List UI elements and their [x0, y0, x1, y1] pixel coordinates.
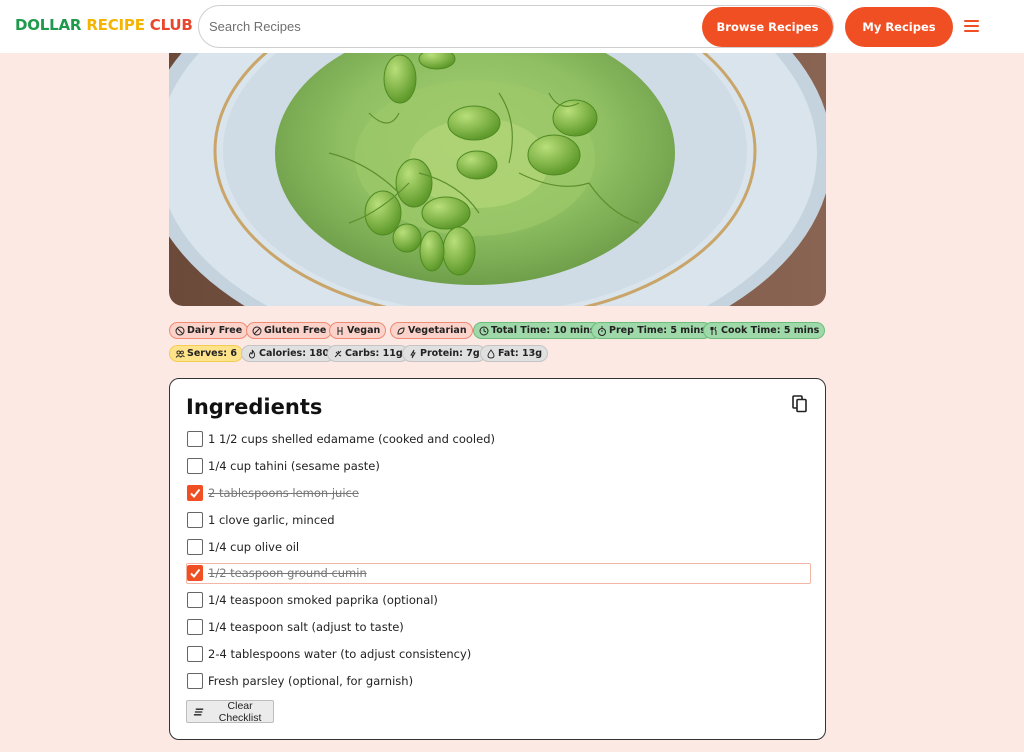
ingredient-text: 1/2 teaspoon ground cumin — [208, 566, 367, 580]
tag-vegan: Vegan — [329, 322, 387, 339]
tag-label: Cook Time: 5 mins — [721, 325, 820, 336]
ingredient-item[interactable]: 1/4 teaspoon salt (adjust to taste) — [186, 617, 811, 638]
hamburger-icon[interactable] — [964, 20, 979, 32]
clear-lines-icon — [193, 708, 204, 715]
tag-dairy-free: Dairy Free — [169, 322, 249, 339]
checkmark-icon — [190, 568, 201, 579]
tag-cook-time: Cook Time: 5 mins — [703, 322, 826, 339]
ingredient-checkbox[interactable] — [187, 458, 203, 474]
ingredient-item[interactable]: Fresh parsley (optional, for garnish) — [186, 671, 811, 692]
ingredient-item[interactable]: 1/4 cup tahini (sesame paste) — [186, 456, 811, 477]
tag-total-time: Total Time: 10 mins — [473, 322, 602, 339]
ingredient-checkbox-checked[interactable] — [187, 565, 203, 581]
logo-word-club: CLUB — [149, 16, 193, 34]
ingredient-item[interactable]: 2-4 tablespoons water (to adjust consist… — [186, 644, 811, 665]
ingredient-item[interactable]: 1/4 cup olive oil — [186, 537, 811, 558]
tag-serves: Serves: 6 — [169, 345, 243, 362]
ingredient-checkbox[interactable] — [187, 619, 203, 635]
ingredient-text: 1/4 teaspoon smoked paprika (optional) — [208, 593, 438, 607]
tag-calories: Calories: 180 — [241, 345, 336, 362]
ingredient-checkbox-checked[interactable] — [187, 485, 203, 501]
recipe-hero-image — [169, 53, 826, 306]
tag-label: Total Time: 10 mins — [491, 325, 596, 336]
tag-label: Protein: 7g — [420, 348, 480, 359]
tag-label: Vegan — [347, 325, 381, 336]
top-navbar: DOLLAR RECIPE CLUB Browse Recipes My Rec… — [0, 0, 1024, 53]
ingredient-text: 2-4 tablespoons water (to adjust consist… — [208, 647, 472, 661]
tag-label: Dairy Free — [187, 325, 243, 336]
browse-recipes-button[interactable]: Browse Recipes — [702, 7, 833, 47]
ingredients-card: Ingredients 1 1/2 cups shelled edamame (… — [169, 378, 826, 740]
ingredient-checkbox[interactable] — [187, 512, 203, 528]
ingredient-text: 1 1/2 cups shelled edamame (cooked and c… — [208, 432, 495, 446]
ingredient-item[interactable]: 2 tablespoons lemon juice — [186, 483, 811, 504]
tag-fat: Fat: 13g — [480, 345, 549, 362]
ingredient-checkbox[interactable] — [187, 592, 203, 608]
checkmark-icon — [190, 488, 201, 499]
tag-label: Carbs: 11g — [345, 348, 403, 359]
ingredient-text: 1/4 cup olive oil — [208, 540, 300, 554]
tag-protein: Protein: 7g — [402, 345, 486, 362]
ingredient-item[interactable]: 1 1/2 cups shelled edamame (cooked and c… — [186, 429, 811, 450]
ingredient-text: 1/4 cup tahini (sesame paste) — [208, 459, 380, 473]
ingredient-text: 2 tablespoons lemon juice — [208, 486, 359, 500]
copy-icon[interactable] — [792, 395, 808, 413]
tag-label: Prep Time: 5 mins — [609, 325, 706, 336]
site-logo[interactable]: DOLLAR RECIPE CLUB — [15, 16, 193, 34]
tag-label: Vegetarian — [408, 325, 467, 336]
ingredient-item[interactable]: 1/4 teaspoon smoked paprika (optional) — [186, 590, 811, 611]
clock-icon — [479, 326, 489, 335]
clear-checklist-button[interactable]: Clear Checklist — [186, 699, 274, 724]
grain-icon — [334, 350, 342, 357]
tag-vegetarian: Vegetarian — [390, 322, 473, 339]
no-dairy-icon — [175, 326, 185, 335]
bolt-icon — [410, 349, 416, 358]
tag-carbs: Carbs: 11g — [327, 345, 409, 362]
tag-label: Calories: 180 — [259, 348, 330, 359]
vegan-icon — [337, 326, 343, 335]
logo-word-dollar: DOLLAR — [15, 16, 82, 34]
ingredient-text: Fresh parsley (optional, for garnish) — [208, 674, 414, 688]
tag-gluten-free: Gluten Free — [246, 322, 333, 339]
ingredient-checkbox[interactable] — [187, 646, 203, 662]
drop-icon — [487, 348, 495, 358]
ingredient-checkbox[interactable] — [187, 673, 203, 689]
tag-label: Fat: 13g — [498, 348, 543, 359]
people-icon — [175, 349, 185, 358]
timer-icon — [598, 326, 606, 336]
ingredient-text: 1/4 teaspoon salt (adjust to taste) — [208, 620, 404, 634]
ingredient-checkbox[interactable] — [187, 431, 203, 447]
search-input[interactable] — [209, 6, 689, 47]
tag-label: Gluten Free — [264, 325, 327, 336]
flame-icon — [249, 349, 256, 358]
tag-label: Serves: 6 — [187, 348, 237, 359]
logo-word-recipe: RECIPE — [86, 16, 145, 34]
ingredient-item-focused[interactable]: 1/2 teaspoon ground cumin — [186, 563, 811, 584]
utensils-icon — [710, 326, 717, 335]
ingredient-item[interactable]: 1 clove garlic, minced — [186, 510, 811, 531]
clear-checklist-label: Clear Checklist — [218, 699, 262, 724]
tag-prep-time: Prep Time: 5 mins — [591, 322, 712, 339]
ingredient-text: 1 clove garlic, minced — [208, 513, 335, 527]
no-gluten-icon — [252, 326, 262, 335]
ingredient-checkbox[interactable] — [187, 539, 203, 555]
ingredients-title: Ingredients — [186, 395, 323, 419]
leaf-icon — [397, 326, 405, 335]
my-recipes-button[interactable]: My Recipes — [845, 7, 953, 47]
